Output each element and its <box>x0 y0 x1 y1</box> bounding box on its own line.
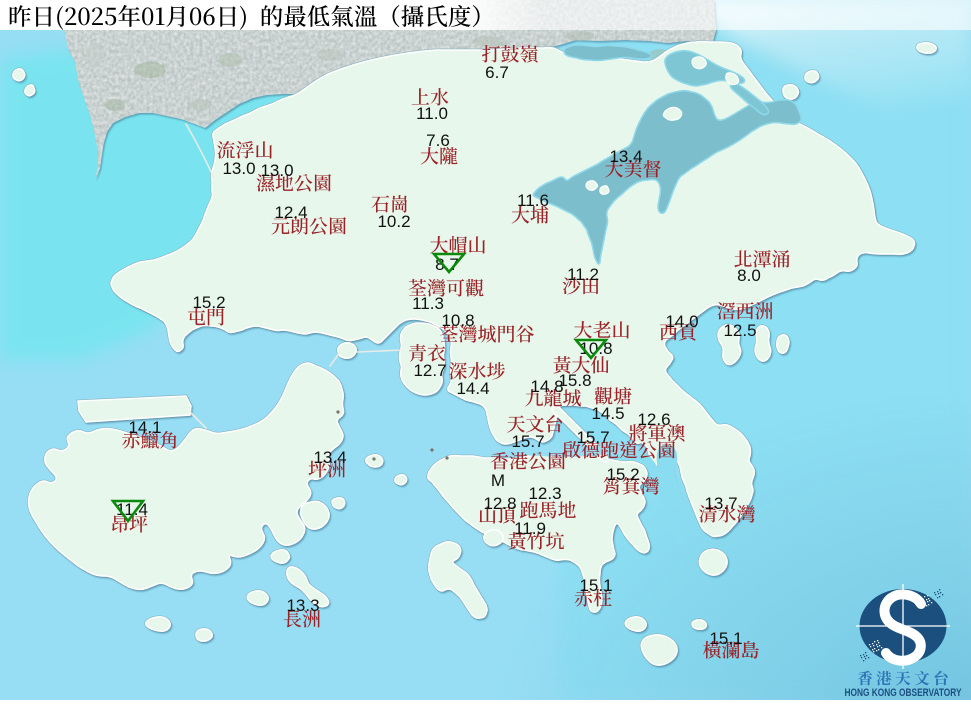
svg-text:13.4: 13.4 <box>609 147 642 166</box>
svg-text:14.0: 14.0 <box>665 312 698 331</box>
svg-text:13.0: 13.0 <box>260 161 293 180</box>
svg-text:14.4: 14.4 <box>456 379 489 398</box>
svg-text:12.5: 12.5 <box>723 321 756 340</box>
svg-text:12.4: 12.4 <box>274 203 307 222</box>
svg-text:11.2: 11.2 <box>567 265 599 284</box>
svg-text:15.1: 15.1 <box>579 576 612 595</box>
svg-text:11.3: 11.3 <box>412 294 444 313</box>
svg-text:13.4: 13.4 <box>313 448 346 467</box>
svg-text:8.0: 8.0 <box>737 266 761 285</box>
svg-text:12.7: 12.7 <box>413 361 446 380</box>
svg-text:15.2: 15.2 <box>192 293 225 312</box>
svg-text:15.7: 15.7 <box>511 432 544 451</box>
svg-text:10.2: 10.2 <box>377 212 410 231</box>
svg-text:11.0: 11.0 <box>416 104 448 123</box>
svg-text:12.6: 12.6 <box>637 410 670 429</box>
svg-text:10.8: 10.8 <box>441 311 474 330</box>
svg-text:13.3: 13.3 <box>286 596 319 615</box>
svg-text:11.9: 11.9 <box>514 519 546 538</box>
svg-text:6.7: 6.7 <box>485 63 509 82</box>
svg-text:12.8: 12.8 <box>483 494 516 513</box>
svg-text:15.7: 15.7 <box>576 428 609 447</box>
svg-text:HONG KONG OBSERVATORY: HONG KONG OBSERVATORY <box>845 687 962 699</box>
svg-text:14.8: 14.8 <box>530 377 563 396</box>
svg-text:M: M <box>491 471 505 490</box>
svg-text:11.6: 11.6 <box>517 191 549 210</box>
svg-text:14.5: 14.5 <box>591 404 624 423</box>
svg-text:13.7: 13.7 <box>704 494 737 513</box>
svg-text:13.0: 13.0 <box>222 159 255 178</box>
svg-text:15.1: 15.1 <box>709 629 742 648</box>
svg-text:14.1: 14.1 <box>128 418 161 437</box>
svg-text:12.3: 12.3 <box>528 484 561 503</box>
svg-text:15.2: 15.2 <box>606 465 639 484</box>
svg-text:7.6: 7.6 <box>426 131 450 150</box>
